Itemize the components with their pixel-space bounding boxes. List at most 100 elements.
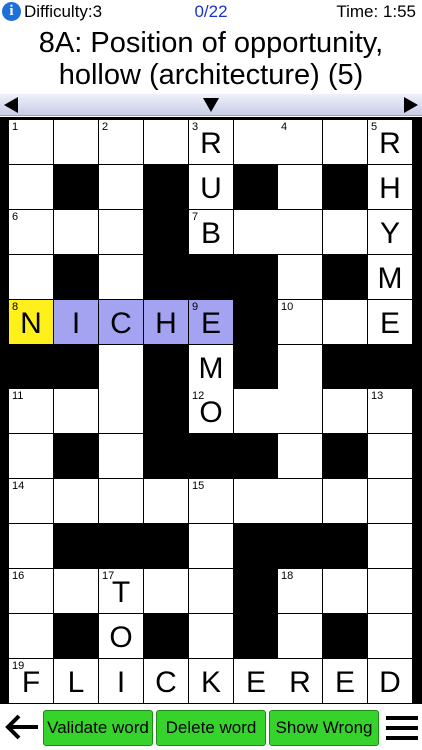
grid-cell[interactable] bbox=[368, 434, 412, 478]
grid-cell[interactable]: C bbox=[99, 300, 143, 344]
cell-letter: R bbox=[289, 666, 311, 699]
grid-cell[interactable] bbox=[234, 210, 278, 254]
grid-cell[interactable] bbox=[189, 524, 233, 568]
grid-cell[interactable] bbox=[9, 614, 53, 658]
grid-cell[interactable] bbox=[278, 165, 322, 209]
grid-cell[interactable]: 18 bbox=[278, 569, 322, 613]
grid-cell[interactable] bbox=[278, 345, 322, 389]
grid-cell[interactable]: 1 bbox=[9, 120, 53, 164]
grid-cell[interactable]: 12 O bbox=[189, 389, 233, 433]
grid-cell[interactable] bbox=[323, 479, 367, 523]
grid-cell[interactable] bbox=[54, 389, 98, 433]
grid-cell[interactable] bbox=[99, 345, 143, 389]
grid-cell[interactable]: E bbox=[323, 659, 367, 703]
grid-cell[interactable] bbox=[323, 210, 367, 254]
grid-cell[interactable]: E bbox=[368, 300, 412, 344]
grid-cell[interactable] bbox=[9, 524, 53, 568]
block-cell bbox=[54, 524, 98, 568]
grid-cell[interactable] bbox=[99, 479, 143, 523]
grid-cell[interactable] bbox=[368, 569, 412, 613]
grid-cell[interactable] bbox=[234, 120, 278, 164]
grid-cell[interactable] bbox=[189, 614, 233, 658]
grid-cell[interactable] bbox=[54, 120, 98, 164]
grid-cell[interactable] bbox=[278, 614, 322, 658]
grid-cell[interactable]: 7B bbox=[189, 210, 233, 254]
grid-cell[interactable] bbox=[99, 165, 143, 209]
grid-cell[interactable]: 2 bbox=[99, 120, 143, 164]
grid-cell[interactable]: 9E bbox=[189, 300, 233, 344]
triangle-right-icon[interactable] bbox=[404, 97, 418, 113]
grid-cell[interactable] bbox=[278, 479, 322, 523]
grid-cell[interactable]: 13 bbox=[368, 389, 412, 433]
grid-cell[interactable] bbox=[234, 479, 278, 523]
grid-cell[interactable]: 4 bbox=[278, 120, 322, 164]
grid-cell[interactable]: I bbox=[54, 300, 98, 344]
grid-cell[interactable]: 6 bbox=[9, 210, 53, 254]
grid-cell[interactable]: R bbox=[278, 659, 322, 703]
grid-cell[interactable] bbox=[99, 434, 143, 478]
triangle-left-icon[interactable] bbox=[4, 97, 18, 113]
delete-word-button[interactable]: Delete word bbox=[156, 710, 266, 746]
grid-cell[interactable] bbox=[99, 389, 143, 433]
block-cell bbox=[323, 255, 367, 299]
grid-cell[interactable] bbox=[189, 569, 233, 613]
grid-cell[interactable] bbox=[9, 165, 53, 209]
grid-cell[interactable] bbox=[144, 569, 188, 613]
triangle-down-icon[interactable] bbox=[203, 98, 219, 112]
grid-cell[interactable]: O bbox=[99, 614, 143, 658]
grid-cell[interactable] bbox=[368, 524, 412, 568]
grid-cell[interactable]: C bbox=[144, 659, 188, 703]
grid-cell[interactable]: 19 F bbox=[9, 659, 53, 703]
grid-cell[interactable]: 17 T bbox=[99, 569, 143, 613]
block-cell bbox=[234, 165, 278, 209]
grid-cell[interactable]: I bbox=[99, 659, 143, 703]
grid-cell[interactable] bbox=[323, 300, 367, 344]
grid-cell[interactable]: 5R bbox=[368, 120, 412, 164]
grid-cell[interactable]: 16 bbox=[9, 569, 53, 613]
grid-cell[interactable]: M bbox=[368, 255, 412, 299]
grid-cell[interactable]: 11 bbox=[9, 389, 53, 433]
grid-cell[interactable]: H bbox=[368, 165, 412, 209]
grid-cell[interactable]: M bbox=[189, 345, 233, 389]
grid-cell[interactable] bbox=[99, 255, 143, 299]
grid-cell[interactable] bbox=[54, 569, 98, 613]
clue-number: 13 bbox=[371, 390, 384, 402]
grid-cell[interactable] bbox=[9, 255, 53, 299]
grid-cell[interactable] bbox=[323, 569, 367, 613]
grid-cell[interactable] bbox=[278, 434, 322, 478]
cell-letter: H bbox=[379, 172, 401, 205]
cell-letter: U bbox=[200, 172, 222, 205]
grid-cell[interactable]: 14 bbox=[9, 479, 53, 523]
grid-cell[interactable] bbox=[368, 479, 412, 523]
grid-cell[interactable]: 10 bbox=[278, 300, 322, 344]
grid-cell[interactable] bbox=[278, 389, 322, 433]
grid-cell[interactable] bbox=[9, 434, 53, 478]
validate-word-button[interactable]: Validate word bbox=[43, 710, 153, 746]
grid-cell[interactable]: 15 bbox=[189, 479, 233, 523]
grid-cell[interactable] bbox=[54, 479, 98, 523]
grid-cell[interactable] bbox=[144, 479, 188, 523]
cell-letter: B bbox=[200, 217, 221, 250]
grid-cell[interactable] bbox=[144, 120, 188, 164]
grid-cell[interactable]: D bbox=[368, 659, 412, 703]
grid-cell[interactable] bbox=[234, 389, 278, 433]
grid-cell[interactable]: U bbox=[189, 165, 233, 209]
grid-cell[interactable] bbox=[99, 210, 143, 254]
grid-cell[interactable] bbox=[368, 614, 412, 658]
arrow-left-icon[interactable] bbox=[4, 712, 40, 742]
grid-cell[interactable]: E bbox=[234, 659, 278, 703]
grid-cell[interactable]: Y bbox=[368, 210, 412, 254]
grid-cell[interactable]: 8N bbox=[9, 300, 53, 344]
clue-number: 2 bbox=[102, 121, 109, 133]
show-wrong-button[interactable]: Show Wrong bbox=[269, 710, 379, 746]
grid-cell[interactable] bbox=[278, 210, 322, 254]
grid-cell[interactable]: K bbox=[189, 659, 233, 703]
grid-cell[interactable] bbox=[278, 255, 322, 299]
hamburger-menu-icon[interactable] bbox=[386, 714, 418, 742]
grid-cell[interactable]: L bbox=[54, 659, 98, 703]
grid-cell[interactable] bbox=[323, 120, 367, 164]
grid-cell[interactable] bbox=[54, 210, 98, 254]
grid-cell[interactable] bbox=[323, 389, 367, 433]
grid-cell[interactable]: 3R bbox=[189, 120, 233, 164]
grid-cell[interactable]: H bbox=[144, 300, 188, 344]
